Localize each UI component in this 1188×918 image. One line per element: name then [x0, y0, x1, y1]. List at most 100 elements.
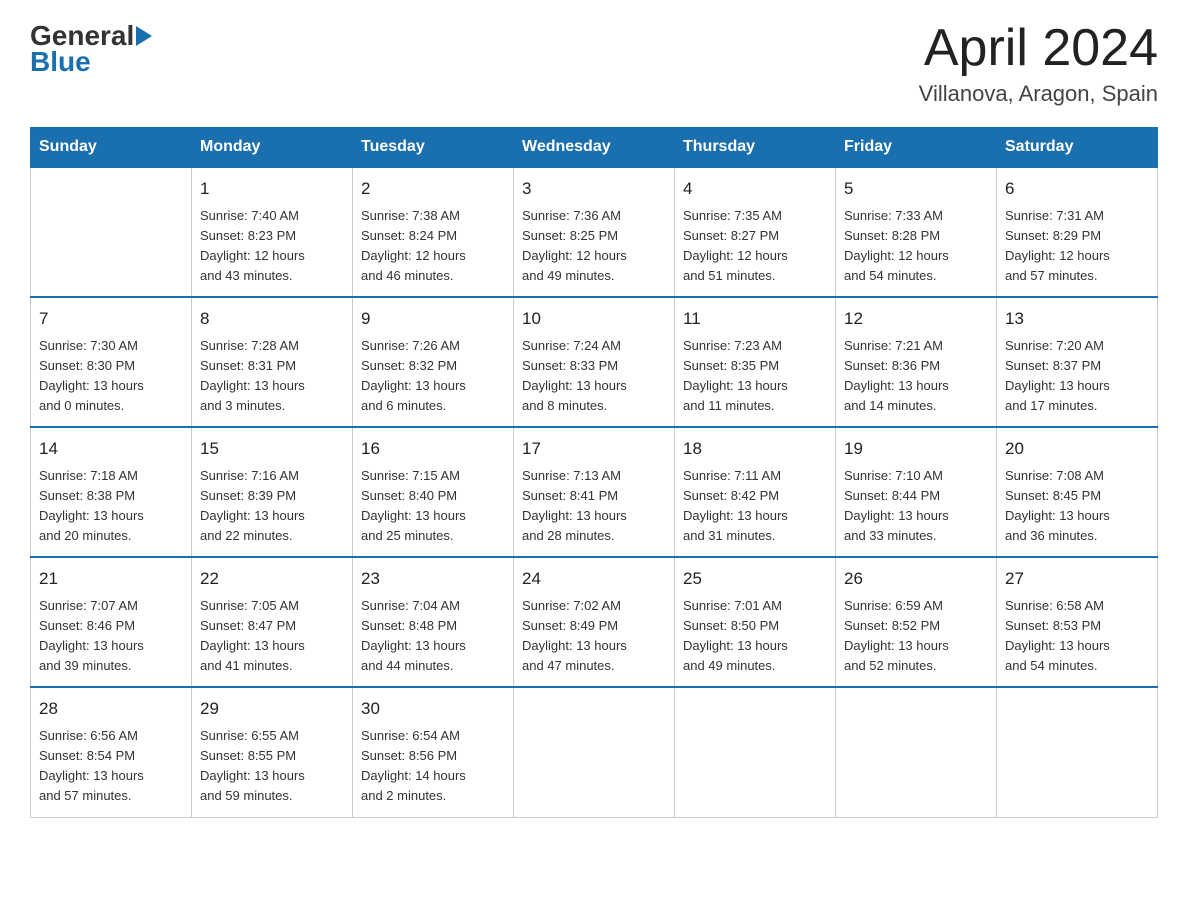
calendar-day-cell: 15 Sunrise: 7:16 AM Sunset: 8:39 PM Dayli… [192, 427, 353, 557]
calendar-day-cell: 20 Sunrise: 7:08 AM Sunset: 8:45 PM Dayli… [997, 427, 1158, 557]
day-info: Sunrise: 7:13 AM Sunset: 8:41 PM Dayligh… [522, 466, 666, 547]
day-number: 4 [683, 176, 827, 202]
day-info: Sunrise: 7:33 AM Sunset: 8:28 PM Dayligh… [844, 206, 988, 287]
day-number: 19 [844, 436, 988, 462]
calendar-day-cell: 22 Sunrise: 7:05 AM Sunset: 8:47 PM Dayli… [192, 557, 353, 687]
day-info: Sunrise: 7:20 AM Sunset: 8:37 PM Dayligh… [1005, 336, 1149, 417]
calendar-day-cell: 24 Sunrise: 7:02 AM Sunset: 8:49 PM Dayli… [514, 557, 675, 687]
day-info: Sunrise: 6:59 AM Sunset: 8:52 PM Dayligh… [844, 596, 988, 677]
calendar-header-cell: Saturday [997, 128, 1158, 168]
day-number: 17 [522, 436, 666, 462]
day-number: 15 [200, 436, 344, 462]
calendar-header-cell: Friday [836, 128, 997, 168]
day-info: Sunrise: 7:23 AM Sunset: 8:35 PM Dayligh… [683, 336, 827, 417]
day-info: Sunrise: 7:11 AM Sunset: 8:42 PM Dayligh… [683, 466, 827, 547]
day-number: 20 [1005, 436, 1149, 462]
day-info: Sunrise: 7:30 AM Sunset: 8:30 PM Dayligh… [39, 336, 183, 417]
calendar-table: SundayMondayTuesdayWednesdayThursdayFrid… [30, 127, 1158, 817]
day-number: 9 [361, 306, 505, 332]
calendar-title: April 2024 [919, 20, 1158, 77]
day-info: Sunrise: 7:24 AM Sunset: 8:33 PM Dayligh… [522, 336, 666, 417]
calendar-day-cell: 17 Sunrise: 7:13 AM Sunset: 8:41 PM Dayli… [514, 427, 675, 557]
calendar-day-cell: 7 Sunrise: 7:30 AM Sunset: 8:30 PM Daylig… [31, 297, 192, 427]
calendar-day-cell: 13 Sunrise: 7:20 AM Sunset: 8:37 PM Dayli… [997, 297, 1158, 427]
calendar-day-cell: 26 Sunrise: 6:59 AM Sunset: 8:52 PM Dayli… [836, 557, 997, 687]
day-info: Sunrise: 7:35 AM Sunset: 8:27 PM Dayligh… [683, 206, 827, 287]
calendar-day-cell [675, 687, 836, 817]
calendar-day-cell [997, 687, 1158, 817]
day-number: 14 [39, 436, 183, 462]
day-number: 7 [39, 306, 183, 332]
day-number: 11 [683, 306, 827, 332]
day-number: 28 [39, 696, 183, 722]
calendar-day-cell: 3Sunrise: 7:36 AM Sunset: 8:25 PM Daylig… [514, 167, 675, 297]
day-info: Sunrise: 7:01 AM Sunset: 8:50 PM Dayligh… [683, 596, 827, 677]
day-info: Sunrise: 7:08 AM Sunset: 8:45 PM Dayligh… [1005, 466, 1149, 547]
day-number: 22 [200, 566, 344, 592]
day-info: Sunrise: 7:02 AM Sunset: 8:49 PM Dayligh… [522, 596, 666, 677]
day-number: 1 [200, 176, 344, 202]
calendar-day-cell: 28 Sunrise: 6:56 AM Sunset: 8:54 PM Dayli… [31, 687, 192, 817]
calendar-day-cell: 29Sunrise: 6:55 AM Sunset: 8:55 PM Dayli… [192, 687, 353, 817]
calendar-day-cell: 4 Sunrise: 7:35 AM Sunset: 8:27 PM Daylig… [675, 167, 836, 297]
day-info: Sunrise: 7:16 AM Sunset: 8:39 PM Dayligh… [200, 466, 344, 547]
calendar-day-cell: 21 Sunrise: 7:07 AM Sunset: 8:46 PM Dayli… [31, 557, 192, 687]
calendar-day-cell: 16 Sunrise: 7:15 AM Sunset: 8:40 PM Dayli… [353, 427, 514, 557]
calendar-day-cell: 19 Sunrise: 7:10 AM Sunset: 8:44 PM Dayli… [836, 427, 997, 557]
day-info: Sunrise: 7:18 AM Sunset: 8:38 PM Dayligh… [39, 466, 183, 547]
day-number: 23 [361, 566, 505, 592]
day-info: Sunrise: 7:10 AM Sunset: 8:44 PM Dayligh… [844, 466, 988, 547]
day-info: Sunrise: 7:04 AM Sunset: 8:48 PM Dayligh… [361, 596, 505, 677]
logo: General Blue [30, 20, 152, 78]
calendar-day-cell: 11 Sunrise: 7:23 AM Sunset: 8:35 PM Dayli… [675, 297, 836, 427]
day-number: 12 [844, 306, 988, 332]
calendar-header-cell: Monday [192, 128, 353, 168]
calendar-week-row: 7 Sunrise: 7:30 AM Sunset: 8:30 PM Daylig… [31, 297, 1158, 427]
day-number: 10 [522, 306, 666, 332]
day-number: 21 [39, 566, 183, 592]
calendar-day-cell: 14 Sunrise: 7:18 AM Sunset: 8:38 PM Dayli… [31, 427, 192, 557]
calendar-day-cell: 5 Sunrise: 7:33 AM Sunset: 8:28 PM Daylig… [836, 167, 997, 297]
day-number: 26 [844, 566, 988, 592]
day-info: Sunrise: 7:21 AM Sunset: 8:36 PM Dayligh… [844, 336, 988, 417]
day-number: 2 [361, 176, 505, 202]
day-info: Sunrise: 7:38 AM Sunset: 8:24 PM Dayligh… [361, 206, 505, 287]
calendar-day-cell: 30Sunrise: 6:54 AM Sunset: 8:56 PM Dayli… [353, 687, 514, 817]
day-number: 5 [844, 176, 988, 202]
calendar-header-cell: Wednesday [514, 128, 675, 168]
day-number: 3 [522, 176, 666, 202]
calendar-header-cell: Sunday [31, 128, 192, 168]
day-info: Sunrise: 6:55 AM Sunset: 8:55 PM Dayligh… [200, 726, 344, 807]
day-info: Sunrise: 7:31 AM Sunset: 8:29 PM Dayligh… [1005, 206, 1149, 287]
day-info: Sunrise: 6:58 AM Sunset: 8:53 PM Dayligh… [1005, 596, 1149, 677]
day-info: Sunrise: 7:07 AM Sunset: 8:46 PM Dayligh… [39, 596, 183, 677]
day-info: Sunrise: 7:05 AM Sunset: 8:47 PM Dayligh… [200, 596, 344, 677]
day-number: 6 [1005, 176, 1149, 202]
calendar-day-cell: 25Sunrise: 7:01 AM Sunset: 8:50 PM Dayli… [675, 557, 836, 687]
day-number: 16 [361, 436, 505, 462]
day-number: 24 [522, 566, 666, 592]
day-number: 18 [683, 436, 827, 462]
calendar-week-row: 1 Sunrise: 7:40 AM Sunset: 8:23 PM Daylig… [31, 167, 1158, 297]
calendar-day-cell: 8Sunrise: 7:28 AM Sunset: 8:31 PM Daylig… [192, 297, 353, 427]
day-info: Sunrise: 7:15 AM Sunset: 8:40 PM Dayligh… [361, 466, 505, 547]
page-header: General Blue April 2024 Villanova, Arago… [30, 20, 1158, 107]
day-info: Sunrise: 7:40 AM Sunset: 8:23 PM Dayligh… [200, 206, 344, 287]
calendar-day-cell: 23 Sunrise: 7:04 AM Sunset: 8:48 PM Dayli… [353, 557, 514, 687]
calendar-body: 1 Sunrise: 7:40 AM Sunset: 8:23 PM Daylig… [31, 167, 1158, 817]
day-info: Sunrise: 6:56 AM Sunset: 8:54 PM Dayligh… [39, 726, 183, 807]
calendar-day-cell: 12 Sunrise: 7:21 AM Sunset: 8:36 PM Dayli… [836, 297, 997, 427]
day-number: 13 [1005, 306, 1149, 332]
calendar-day-cell [31, 167, 192, 297]
title-section: April 2024 Villanova, Aragon, Spain [919, 20, 1158, 107]
day-info: Sunrise: 6:54 AM Sunset: 8:56 PM Dayligh… [361, 726, 505, 807]
calendar-week-row: 14 Sunrise: 7:18 AM Sunset: 8:38 PM Dayli… [31, 427, 1158, 557]
calendar-day-cell [836, 687, 997, 817]
logo-blue: Blue [30, 46, 91, 78]
calendar-day-cell: 18 Sunrise: 7:11 AM Sunset: 8:42 PM Dayli… [675, 427, 836, 557]
day-number: 8 [200, 306, 344, 332]
calendar-header-row: SundayMondayTuesdayWednesdayThursdayFrid… [31, 128, 1158, 168]
day-number: 27 [1005, 566, 1149, 592]
calendar-day-cell: 1 Sunrise: 7:40 AM Sunset: 8:23 PM Daylig… [192, 167, 353, 297]
calendar-subtitle: Villanova, Aragon, Spain [919, 81, 1158, 107]
